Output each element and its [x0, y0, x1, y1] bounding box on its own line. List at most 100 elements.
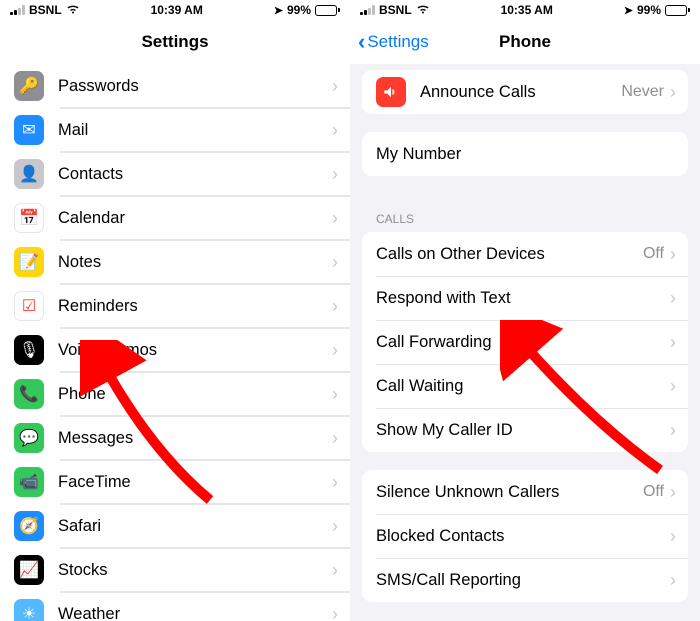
chevron-right-icon: › [332, 560, 338, 581]
nav-bar: Settings [0, 20, 350, 64]
signal-icon [10, 5, 25, 15]
chevron-right-icon: › [332, 120, 338, 141]
my-number-label: My Number [376, 145, 676, 164]
location-icon: ➤ [274, 4, 283, 17]
reminders-icon: ☑︎ [14, 291, 44, 321]
row-label: SMS/Call Reporting [376, 571, 670, 590]
settings-row-label: Contacts [58, 165, 332, 184]
nav-bar: ‹ Settings Phone [350, 20, 700, 64]
settings-row-voice-memos[interactable]: 🎙 Voice Memos› [0, 328, 350, 372]
chevron-right-icon: › [332, 516, 338, 537]
announce-calls-row[interactable]: Announce Calls Never › [362, 70, 688, 114]
settings-row-label: Notes [58, 253, 332, 272]
settings-row-notes[interactable]: 📝 Notes› [0, 240, 350, 284]
settings-row-passwords[interactable]: 🔑Passwords› [0, 64, 350, 108]
row-label: Silence Unknown Callers [376, 483, 643, 502]
sms-call-reporting-row[interactable]: SMS/Call Reporting› [362, 558, 688, 602]
chevron-right-icon: › [332, 296, 338, 317]
chevron-left-icon: ‹ [358, 29, 365, 55]
settings-row-label: Weather [58, 605, 332, 621]
calls-header: CALLS [350, 194, 700, 232]
settings-row-facetime[interactable]: 📹FaceTime› [0, 460, 350, 504]
battery-icon [665, 5, 690, 16]
page-title: Settings [141, 32, 208, 52]
chevron-right-icon: › [670, 526, 676, 547]
chevron-right-icon: › [670, 82, 676, 103]
battery-percent: 99% [287, 3, 311, 17]
settings-row-label: Reminders [58, 297, 332, 316]
blocked-contacts-row[interactable]: Blocked Contacts› [362, 514, 688, 558]
stocks-icon: 📈 [14, 555, 44, 585]
status-time: 10:35 AM [430, 3, 624, 17]
voice-memos-icon: 🎙 [14, 335, 44, 365]
settings-list: 🔑Passwords›✉︎Mail›👤Contacts›📅Calendar›📝N… [0, 64, 350, 621]
settings-row-safari[interactable]: 🧭 Safari› [0, 504, 350, 548]
row-value: Off [643, 245, 664, 263]
settings-row-weather[interactable]: ☀︎Weather› [0, 592, 350, 621]
status-bar: BSNL 10:35 AM ➤ 99% [350, 0, 700, 20]
settings-row-calendar[interactable]: 📅Calendar› [0, 196, 350, 240]
chevron-right-icon: › [332, 340, 338, 361]
settings-row-label: Safari [58, 517, 332, 536]
settings-row-label: Stocks [58, 561, 332, 580]
misc-group: Silence Unknown CallersOff›Blocked Conta… [362, 470, 688, 602]
messages-icon: 💬 [14, 423, 44, 453]
row-label: Show My Caller ID [376, 421, 670, 440]
call-waiting-row[interactable]: Call Waiting› [362, 364, 688, 408]
wifi-icon [66, 3, 80, 17]
chevron-right-icon: › [332, 384, 338, 405]
back-label: Settings [367, 32, 428, 52]
location-icon: ➤ [624, 4, 633, 17]
calls-other-devices-row[interactable]: Calls on Other DevicesOff › [362, 232, 688, 276]
status-time: 10:39 AM [80, 3, 274, 17]
notes-icon: 📝 [14, 247, 44, 277]
back-button[interactable]: ‹ Settings [358, 29, 429, 55]
settings-row-stocks[interactable]: 📈 Stocks› [0, 548, 350, 592]
call-forwarding-row[interactable]: Call Forwarding› [362, 320, 688, 364]
my-number-row[interactable]: My Number [362, 132, 688, 176]
settings-row-contacts[interactable]: 👤 Contacts› [0, 152, 350, 196]
signal-icon [360, 5, 375, 15]
chevron-right-icon: › [670, 244, 676, 265]
settings-row-label: Voice Memos [58, 341, 332, 360]
safari-icon: 🧭 [14, 511, 44, 541]
status-bar: BSNL 10:39 AM ➤ 99% [0, 0, 350, 20]
row-label: Blocked Contacts [376, 527, 670, 546]
row-label: Respond with Text [376, 289, 670, 308]
chevron-right-icon: › [332, 604, 338, 621]
calendar-icon: 📅 [14, 203, 44, 233]
show-caller-id-row[interactable]: Show My Caller ID› [362, 408, 688, 452]
announce-icon [376, 77, 406, 107]
facetime-icon: 📹 [14, 467, 44, 497]
settings-row-reminders[interactable]: ☑︎ Reminders› [0, 284, 350, 328]
my-number-group: My Number [362, 132, 688, 176]
respond-with-text-row[interactable]: Respond with Text› [362, 276, 688, 320]
settings-row-messages[interactable]: 💬Messages› [0, 416, 350, 460]
row-label: Call Forwarding [376, 333, 670, 352]
row-value: Off [643, 483, 664, 501]
chevron-right-icon: › [670, 288, 676, 309]
chevron-right-icon: › [332, 472, 338, 493]
row-label: Calls on Other Devices [376, 245, 643, 264]
contacts-icon: 👤 [14, 159, 44, 189]
row-label: Call Waiting [376, 377, 670, 396]
carrier-label: BSNL [379, 3, 412, 17]
chevron-right-icon: › [670, 482, 676, 503]
settings-row-mail[interactable]: ✉︎Mail› [0, 108, 350, 152]
battery-icon [315, 5, 340, 16]
chevron-right-icon: › [332, 76, 338, 97]
chevron-right-icon: › [332, 208, 338, 229]
settings-row-phone[interactable]: 📞Phone› [0, 372, 350, 416]
passwords-icon: 🔑 [14, 71, 44, 101]
announce-group: Announce Calls Never › [362, 70, 688, 114]
calls-group: Calls on Other DevicesOff›Respond with T… [362, 232, 688, 452]
chevron-right-icon: › [670, 420, 676, 441]
battery-percent: 99% [637, 3, 661, 17]
chevron-right-icon: › [332, 252, 338, 273]
phone-settings-screen: BSNL 10:35 AM ➤ 99% ‹ Settings Phone Ann… [350, 0, 700, 621]
chevron-right-icon: › [332, 428, 338, 449]
silence-unknown-row[interactable]: Silence Unknown CallersOff › [362, 470, 688, 514]
carrier-label: BSNL [29, 3, 62, 17]
page-title: Phone [499, 32, 551, 52]
chevron-right-icon: › [332, 164, 338, 185]
